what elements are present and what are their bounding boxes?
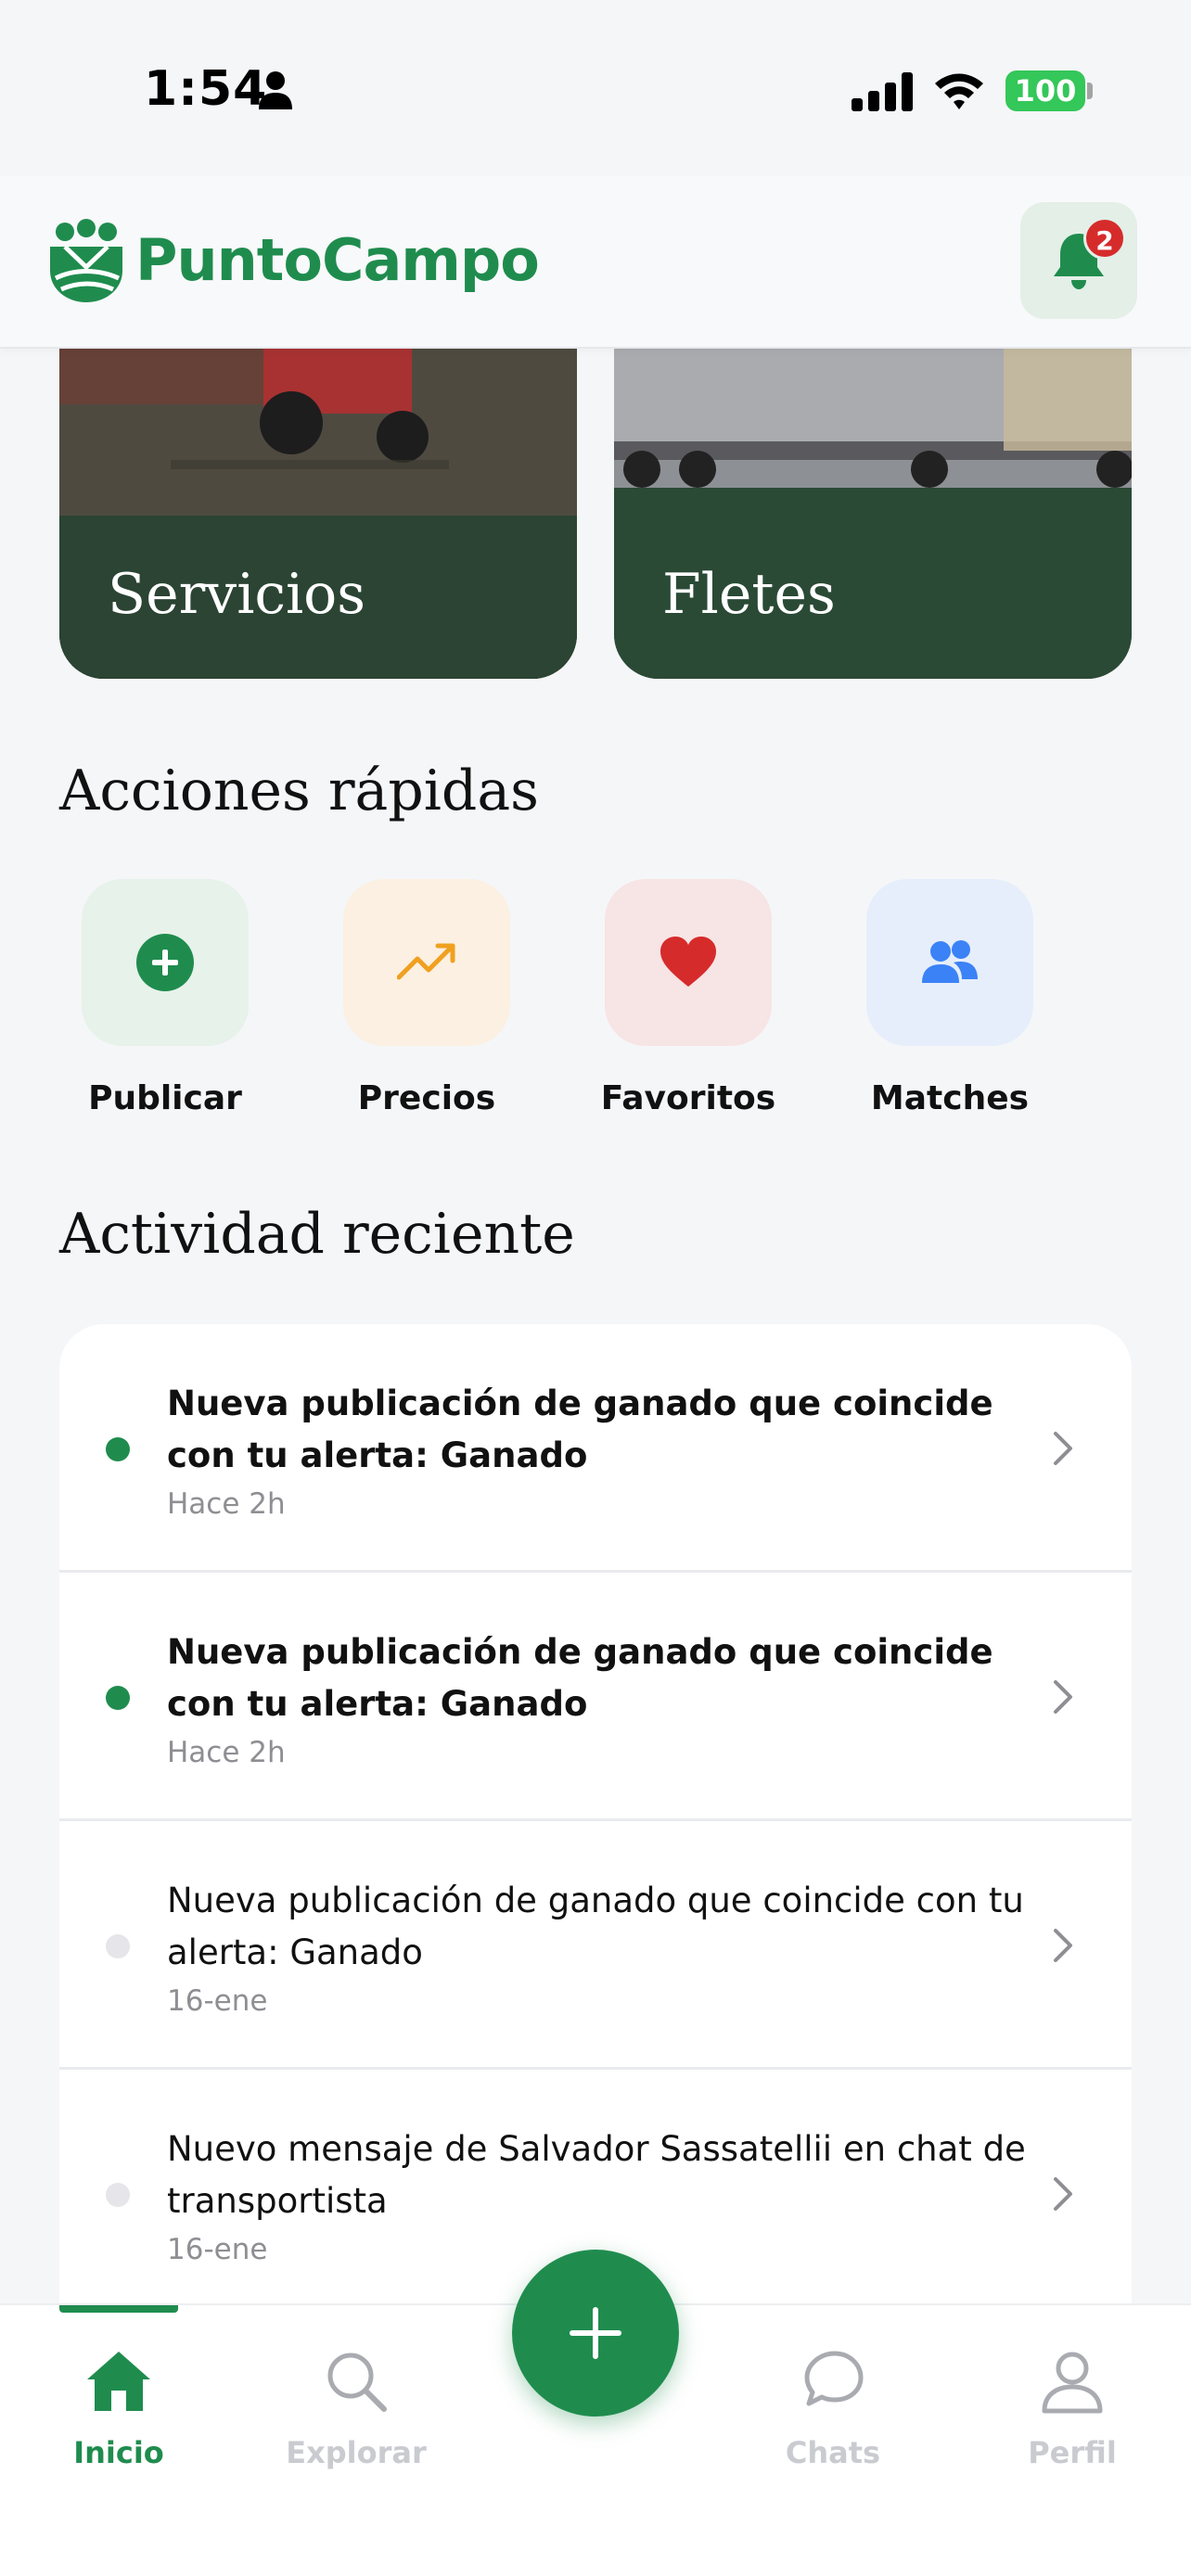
status-bar: 1:54 100	[0, 0, 1191, 176]
app-header: PuntoCampo 2	[0, 176, 1191, 349]
activity-list: Nueva publicación de ganado que coincide…	[59, 1324, 1132, 2307]
nav-label: Perfil	[1028, 2435, 1117, 2470]
quick-action-tile	[866, 879, 1033, 1046]
category-card-servicios[interactable]: Servicios	[59, 349, 577, 679]
chat-icon	[804, 2351, 864, 2406]
battery-nub	[1087, 83, 1093, 99]
nav-item-inicio[interactable]: Inicio	[26, 2342, 211, 2481]
cellular-signal-icon	[852, 72, 913, 111]
chevron-right-icon	[1054, 2177, 1072, 2211]
unread-dot	[106, 1686, 130, 1710]
activity-text: Nueva publicación de ganado que coincide…	[167, 1881, 1024, 1972]
notification-count-badge: 2	[1083, 217, 1126, 260]
quick-action-label: Publicar	[88, 1079, 242, 1117]
category-title: Servicios	[108, 562, 366, 627]
activity-time: 16-ene	[167, 2233, 268, 2266]
activity-item[interactable]: Nueva publicación de ganado que coincide…	[59, 1821, 1132, 2070]
notifications-button[interactable]: 2	[1020, 202, 1137, 319]
quick-actions-title: Acciones rápidas	[59, 759, 539, 823]
quick-action-label: Matches	[870, 1079, 1030, 1117]
quick-action-precios[interactable]: Precios	[306, 879, 510, 1129]
status-time: 1:54	[144, 61, 268, 117]
home-icon	[87, 2352, 150, 2411]
nav-label: Inicio	[73, 2435, 164, 2470]
category-title: Fletes	[662, 562, 836, 627]
plus-icon	[570, 2307, 621, 2359]
activity-time: 16-ene	[167, 1984, 268, 2018]
category-card-fletes[interactable]: Fletes	[614, 349, 1132, 679]
recent-activity-title: Actividad reciente	[59, 1202, 575, 1267]
activity-item[interactable]: Nueva publicación de ganado que coincide…	[59, 1573, 1132, 1821]
quick-action-favoritos[interactable]: Favoritos	[568, 879, 775, 1129]
heart-icon	[660, 937, 716, 987]
quick-action-label: Precios	[357, 1079, 496, 1117]
brand-logo-icon	[50, 219, 122, 302]
quick-action-publicar[interactable]: Publicar	[45, 879, 249, 1129]
create-post-fab[interactable]	[512, 2250, 679, 2417]
trending-up-icon	[397, 943, 455, 980]
plus-circle-icon	[136, 934, 194, 991]
users-icon	[922, 940, 978, 983]
person-icon	[259, 71, 292, 109]
activity-text: Nueva publicación de ganado que coincide…	[167, 1632, 993, 1724]
chevron-right-icon	[1054, 1432, 1072, 1465]
quick-action-label: Favoritos	[600, 1079, 776, 1117]
quick-action-tile	[343, 879, 510, 1046]
nav-item-explorar[interactable]: Explorar	[263, 2342, 449, 2481]
brand-name: PuntoCampo	[135, 226, 540, 294]
quick-action-tile	[82, 879, 249, 1046]
unread-dot	[106, 1437, 130, 1461]
chevron-right-icon	[1054, 1929, 1072, 1962]
nav-label: Explorar	[286, 2435, 427, 2470]
quick-action-tile	[605, 879, 772, 1046]
truck-image	[614, 349, 1132, 679]
active-tab-indicator	[59, 2305, 178, 2313]
nav-item-chats[interactable]: Chats	[740, 2342, 926, 2481]
battery-indicator: 100	[1005, 70, 1085, 111]
activity-text: Nueva publicación de ganado que coincide…	[167, 1384, 993, 1475]
quick-action-matches[interactable]: Matches	[829, 879, 1033, 1129]
activity-item[interactable]: Nueva publicación de ganado que coincide…	[59, 1324, 1132, 1573]
tractor-field-image	[59, 349, 577, 679]
activity-text: Nuevo mensaje de Salvador Sassatellii en…	[167, 2129, 1026, 2221]
search-icon	[327, 2353, 387, 2412]
chevron-right-icon	[1054, 1680, 1072, 1714]
read-dot	[106, 2183, 130, 2207]
wifi-icon	[935, 73, 983, 109]
activity-time: Hace 2h	[167, 1487, 286, 1521]
activity-time: Hace 2h	[167, 1736, 286, 1769]
user-icon	[1042, 2352, 1103, 2414]
nav-item-perfil[interactable]: Perfil	[980, 2342, 1165, 2481]
nav-label: Chats	[785, 2435, 881, 2470]
read-dot	[106, 1934, 130, 1958]
